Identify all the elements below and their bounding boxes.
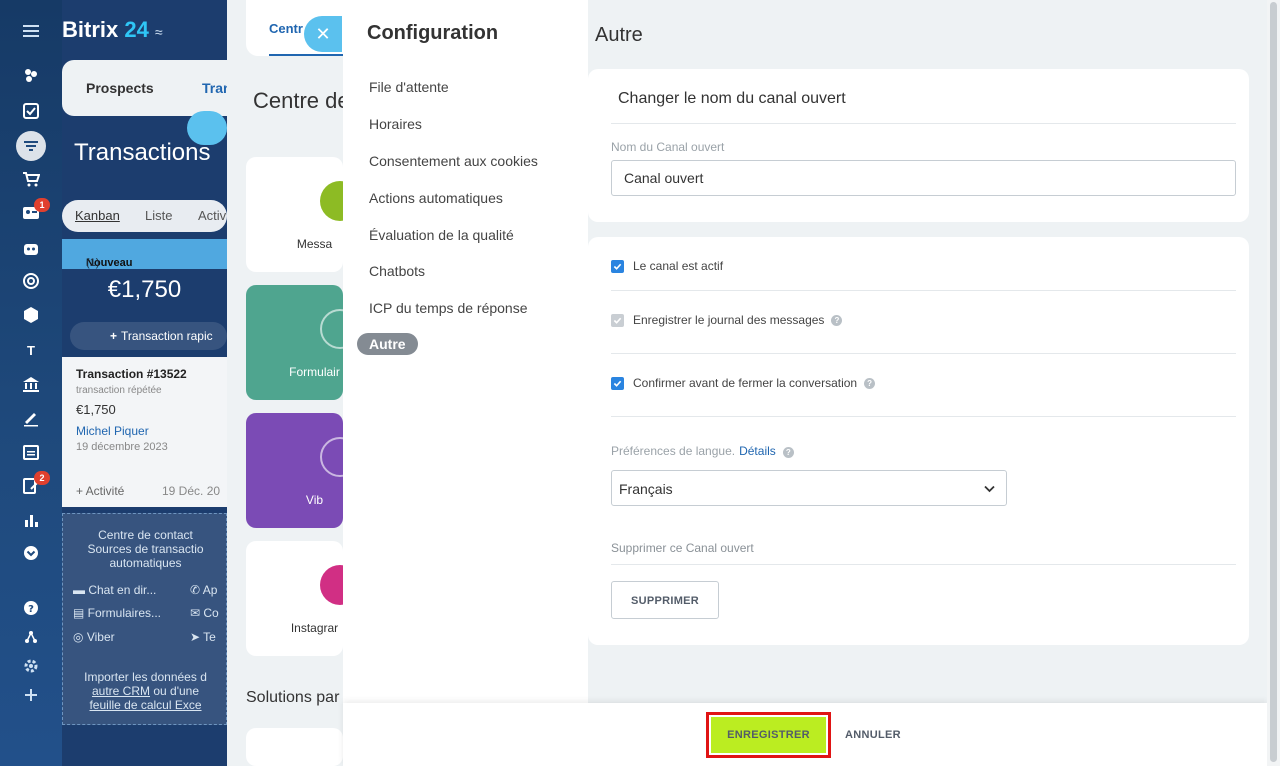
view-kanban[interactable]: Kanban — [75, 208, 120, 223]
confirm-close-label: Confirmer avant de fermer la conversatio… — [633, 376, 858, 390]
tile-viber[interactable]: Vib — [246, 413, 360, 528]
section-title: Autre — [595, 24, 643, 46]
help-icon[interactable]: ? — [864, 377, 876, 389]
log-checkbox-row: Enregistrer le journal des messages ? — [611, 313, 843, 327]
structure-icon[interactable] — [19, 626, 43, 648]
promo-call[interactable]: ✆ Ap — [190, 583, 217, 597]
log-checkbox-label: Enregistrer le journal des messages — [633, 313, 825, 327]
box-icon[interactable] — [19, 304, 43, 326]
active-checkbox-row[interactable]: Le canal est actif — [611, 259, 723, 273]
nav-cookies[interactable]: Consentement aux cookies — [369, 153, 538, 169]
deal-amount: €1,750 — [76, 402, 116, 417]
feed-icon[interactable] — [19, 64, 43, 86]
deal-title[interactable]: Transaction #13522 — [76, 367, 187, 381]
nav-automation[interactable]: Actions automatiques — [369, 190, 503, 206]
notification-badge: 2 — [34, 471, 50, 485]
active-checkbox-label: Le canal est actif — [633, 259, 724, 273]
solutions-heading: Solutions par — [246, 689, 340, 706]
tile-messages[interactable]: Messa — [246, 157, 360, 272]
sign-icon[interactable] — [19, 407, 43, 429]
add-activity-link[interactable]: + Activité — [76, 484, 124, 498]
slider-title: Centre de — [253, 88, 350, 113]
gear-icon[interactable] — [19, 655, 43, 677]
promo-mail[interactable]: ✉ Co — [190, 606, 219, 620]
log-checkbox — [611, 313, 624, 327]
calendar-list-icon[interactable] — [19, 441, 43, 463]
promo-forms[interactable]: ▤ Formulaires... — [73, 606, 161, 620]
name-label: Nom du Canal ouvert — [611, 140, 725, 154]
activity-date: 19 Déc. 20 — [162, 484, 221, 498]
nav-hours[interactable]: Horaires — [369, 116, 422, 132]
nav-quality[interactable]: Évaluation de la qualité — [369, 227, 514, 243]
view-list[interactable]: Liste — [145, 208, 172, 223]
nav-other[interactable]: Autre — [357, 333, 418, 355]
close-icon[interactable]: ✕ — [304, 16, 342, 52]
svg-text:?: ? — [28, 604, 34, 615]
deal-subtitle: transaction répétée — [76, 385, 162, 396]
configuration-title: Configuration — [367, 22, 499, 44]
deal-contact[interactable]: Michel Piquer — [76, 424, 149, 438]
tab-prospects[interactable]: Prospects — [86, 80, 154, 96]
contact-center-promo: Centre de contact Sources de transactio au… — [62, 513, 227, 725]
quick-transaction-button[interactable]: + Transaction rapic — [70, 322, 227, 350]
promo-telegram[interactable]: ➤ Te — [190, 630, 216, 644]
help-icon[interactable]: ? — [831, 314, 843, 326]
view-activities[interactable]: Activ — [198, 208, 226, 223]
language-label: Préférences de langue. Détails? — [611, 444, 794, 458]
help-icon[interactable]: ? — [782, 447, 794, 458]
scrollbar-thumb[interactable] — [1270, 2, 1277, 762]
nav-queue[interactable]: File d'attente — [369, 79, 449, 95]
column-sum: €1,750 — [107, 276, 182, 303]
text-icon[interactable]: T — [19, 339, 43, 361]
kanban-column-header[interactable]: Nouveau (1) — [62, 239, 227, 269]
rename-title: Changer le nom du canal ouvert — [618, 90, 846, 107]
tab-underline — [269, 54, 343, 56]
chart-icon[interactable] — [19, 509, 43, 531]
menu-icon[interactable] — [19, 20, 43, 42]
promo-excel-link[interactable]: feuille de calcul Exce — [89, 698, 201, 712]
language-value: Français — [619, 481, 673, 497]
deal-card[interactable]: Transaction #13522 transaction répétée €… — [62, 357, 227, 507]
cart-icon[interactable] — [19, 168, 43, 190]
robot-icon[interactable] — [19, 237, 43, 259]
confirm-close-checkbox-row[interactable]: Confirmer avant de fermer la conversatio… — [611, 376, 876, 390]
channel-name-input[interactable] — [611, 160, 1236, 196]
plus-icon[interactable] — [19, 684, 43, 706]
delete-label: Supprimer ce Canal ouvert — [611, 541, 754, 555]
chevron-down-icon — [984, 485, 995, 493]
tile-instagram[interactable]: Instagrar — [246, 541, 360, 656]
tab-contact-center[interactable]: Centr — [269, 21, 303, 36]
crm-filter-icon[interactable] — [19, 135, 43, 157]
deal-date: 19 décembre 2023 — [76, 441, 168, 453]
divider — [611, 290, 1236, 291]
promo-crm-link[interactable]: autre CRM — [92, 684, 150, 698]
tile-partner[interactable] — [246, 728, 343, 766]
save-button[interactable]: ENREGISTRER — [711, 717, 826, 753]
notification-badge: 1 — [34, 198, 50, 212]
delete-button[interactable]: SUPPRIMER — [611, 581, 719, 619]
divider — [611, 564, 1236, 565]
bank-icon[interactable] — [19, 373, 43, 395]
nav-chatbots[interactable]: Chatbots — [369, 263, 425, 279]
tile-forms[interactable]: Formulair — [246, 285, 360, 400]
language-select[interactable]: Français — [611, 470, 1007, 506]
promo-viber[interactable]: ◎ Viber — [73, 630, 115, 644]
chevron-down-circle-icon[interactable] — [19, 542, 43, 564]
divider — [611, 123, 1236, 124]
language-details-link[interactable]: Détails — [739, 444, 776, 458]
bitrix-logo[interactable]: Bitrix 24 ≈ — [62, 17, 163, 43]
active-checkbox[interactable] — [611, 259, 624, 273]
divider — [611, 353, 1236, 354]
confirm-close-checkbox[interactable] — [611, 376, 624, 390]
tasks-icon[interactable] — [19, 100, 43, 122]
target-icon[interactable] — [19, 270, 43, 292]
divider — [611, 416, 1236, 417]
help-icon[interactable]: ? — [19, 597, 43, 619]
cancel-button[interactable]: ANNULER — [845, 729, 901, 741]
page-title: Transactions — [74, 139, 211, 166]
promo-chat[interactable]: ▬ Chat en dir... — [73, 583, 156, 597]
nav-kpi[interactable]: ICP du temps de réponse — [369, 300, 528, 316]
